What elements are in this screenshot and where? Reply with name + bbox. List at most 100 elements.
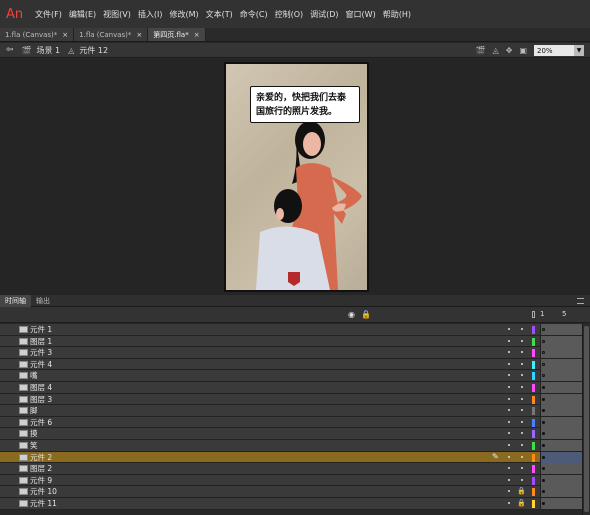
frame-cells[interactable] — [540, 474, 582, 486]
layer-row[interactable]: 图层 1 — [0, 335, 590, 348]
layer-color-swatch[interactable] — [532, 499, 535, 508]
lock-toggle[interactable] — [521, 478, 523, 481]
lock-toggle[interactable] — [521, 397, 523, 400]
panel-menu-icon[interactable] — [577, 298, 584, 304]
lock-toggle[interactable] — [521, 409, 523, 412]
lock-toggle[interactable] — [521, 420, 523, 423]
keyframe-marker[interactable] — [542, 443, 545, 447]
visibility-toggle[interactable] — [508, 490, 510, 493]
visibility-toggle[interactable] — [508, 351, 510, 354]
visibility-toggle[interactable] — [508, 339, 510, 342]
playhead-marker[interactable] — [532, 311, 535, 318]
lock-toggle[interactable] — [521, 328, 523, 330]
menu-insert[interactable]: 插入(I) — [138, 9, 163, 20]
keyframe-marker[interactable] — [542, 478, 545, 482]
visibility-toggle[interactable] — [508, 420, 510, 423]
layer-row[interactable]: 元件 10 🔒 — [0, 486, 590, 498]
menu-control[interactable]: 控制(O) — [275, 9, 304, 20]
keyframe-marker[interactable] — [542, 339, 545, 343]
layer-row[interactable]: 摸 — [0, 428, 590, 440]
layer-color-swatch[interactable] — [532, 383, 535, 392]
layer-row[interactable]: 元件 3 — [0, 347, 590, 359]
frame-cells[interactable] — [540, 439, 582, 451]
lock-toggle[interactable] — [521, 432, 523, 435]
lock-icon[interactable]: 🔒 — [517, 499, 526, 507]
layer-color-swatch[interactable] — [532, 430, 535, 439]
keyframe-marker[interactable] — [542, 385, 545, 389]
breadcrumb-symbol[interactable]: ◬ 元件 12 — [68, 45, 108, 56]
lock-toggle[interactable] — [521, 374, 523, 377]
visibility-toggle[interactable] — [508, 328, 510, 330]
frame-cells[interactable] — [540, 451, 582, 463]
lock-toggle[interactable] — [521, 339, 523, 342]
close-icon[interactable]: × — [194, 31, 200, 39]
menu-text[interactable]: 文本(T) — [206, 9, 233, 20]
layer-color-swatch[interactable] — [532, 465, 535, 474]
layer-color-swatch[interactable] — [532, 407, 535, 416]
frame-cells[interactable] — [540, 463, 582, 475]
keyframe-marker[interactable] — [542, 420, 545, 424]
back-arrow-icon[interactable]: ⇦ — [6, 45, 14, 55]
visibility-toggle[interactable] — [508, 443, 510, 446]
menu-file[interactable]: 文件(F) — [35, 9, 62, 20]
breadcrumb-scene[interactable]: 🎬 场景 1 — [22, 45, 61, 56]
layer-row[interactable]: 图层 4 — [0, 381, 590, 394]
layer-color-swatch[interactable] — [532, 360, 535, 369]
visibility-toggle[interactable] — [508, 501, 510, 504]
timeline-scrollbar[interactable] — [582, 324, 590, 515]
frame-cells[interactable] — [540, 405, 582, 417]
frame-cells[interactable] — [540, 370, 582, 382]
layer-row[interactable]: 图层 2 — [0, 463, 590, 475]
keyframe-marker[interactable] — [542, 397, 545, 401]
tab-timeline[interactable]: 时间轴 — [0, 294, 31, 307]
lock-toggle[interactable] — [521, 443, 523, 446]
document-tab-active[interactable]: 第四页.fla* × — [148, 28, 206, 41]
visibility-toggle[interactable] — [508, 362, 510, 365]
layer-row[interactable]: 元件 6 — [0, 416, 590, 429]
menu-view[interactable]: 视图(V) — [103, 9, 131, 20]
visibility-toggle[interactable] — [508, 455, 510, 458]
keyframe-marker[interactable] — [542, 362, 545, 366]
layer-row[interactable]: 元件 11 🔒 — [0, 497, 590, 510]
frame-cells[interactable] — [540, 358, 582, 370]
layer-color-swatch[interactable] — [532, 395, 535, 404]
lock-toggle[interactable] — [521, 351, 523, 354]
visibility-toggle[interactable] — [508, 397, 510, 400]
menu-modify[interactable]: 修改(M) — [169, 9, 198, 20]
menu-commands[interactable]: 命令(C) — [240, 9, 268, 20]
edit-scene-icon[interactable]: 🎬 — [476, 46, 486, 55]
document-tab[interactable]: 1.fla (Canvas)* × — [74, 28, 149, 41]
frame-cells[interactable] — [540, 393, 582, 405]
layer-row[interactable]: 元件 4 — [0, 358, 590, 371]
document-tab[interactable]: 1.fla (Canvas)* × — [0, 28, 75, 41]
frame-cells[interactable] — [540, 428, 582, 440]
menu-window[interactable]: 窗口(W) — [346, 9, 376, 20]
eye-icon[interactable]: ◉ — [348, 310, 355, 319]
visibility-toggle[interactable] — [508, 385, 510, 388]
layer-row[interactable]: 元件 2 ✎ — [0, 451, 590, 464]
frame-cells[interactable] — [540, 486, 582, 498]
visibility-toggle[interactable] — [508, 478, 510, 481]
frame-cells[interactable] — [540, 324, 582, 335]
frame-cells[interactable] — [540, 335, 582, 347]
visibility-toggle[interactable] — [508, 374, 510, 377]
menu-edit[interactable]: 编辑(E) — [69, 9, 96, 20]
layer-row[interactable]: 嘴 — [0, 370, 590, 382]
layer-color-swatch[interactable] — [532, 349, 535, 358]
lock-toggle[interactable] — [521, 362, 523, 365]
layer-color-swatch[interactable] — [532, 326, 535, 334]
layer-row[interactable]: 元件 9 — [0, 474, 590, 487]
frame-cells[interactable] — [540, 497, 582, 509]
keyframe-marker[interactable] — [542, 328, 545, 331]
tab-output[interactable]: 输出 — [31, 295, 55, 307]
center-stage-icon[interactable]: ✥ — [506, 46, 513, 55]
clip-icon[interactable]: ▣ — [519, 46, 527, 55]
lock-toggle[interactable] — [521, 455, 523, 458]
close-icon[interactable]: × — [136, 31, 142, 39]
visibility-toggle[interactable] — [508, 432, 510, 435]
visibility-toggle[interactable] — [508, 467, 510, 470]
layer-color-swatch[interactable] — [532, 372, 535, 381]
visibility-toggle[interactable] — [508, 409, 510, 412]
layer-color-swatch[interactable] — [532, 476, 535, 485]
frame-cells[interactable] — [540, 416, 582, 428]
